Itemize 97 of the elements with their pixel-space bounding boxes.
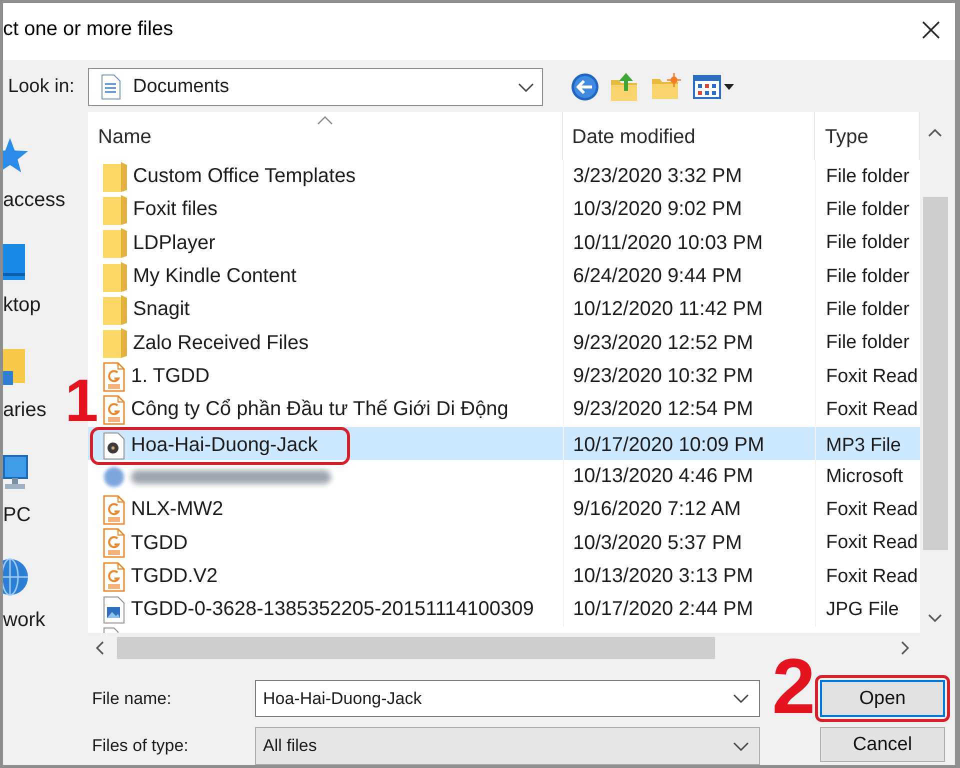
file-name-text: Custom Office Templates	[133, 165, 356, 188]
sort-caret-icon	[317, 116, 333, 125]
file-row[interactable]: Zalo Received Files 9/23/2020 12:52 PM File folder	[88, 326, 920, 360]
file-row[interactable]: Custom Office Templates 3/23/2020 3:32 PM File folder	[88, 160, 920, 194]
file-type-label: Files of type:	[92, 736, 190, 756]
file-row[interactable]: NLX-MW2 9/16/2020 7:12 AM Foxit Read	[88, 493, 920, 527]
file-type-text: File folder	[826, 232, 910, 254]
document-icon	[103, 394, 125, 425]
view-menu-icon[interactable]	[693, 73, 735, 101]
document-icon	[103, 362, 125, 392]
file-type-text: Foxit Read	[826, 566, 918, 588]
look-in-label: Look in:	[7, 76, 76, 98]
file-type-text: Foxit Read	[826, 366, 918, 388]
blurred-circle-icon	[103, 466, 125, 488]
file-type-text: JPG File	[826, 598, 899, 621]
column-header[interactable]: Name	[88, 112, 563, 160]
file-row[interactable]: TGDD.V2 10/13/2020 3:13 PM Foxit Read	[88, 560, 920, 594]
date-modified-text: 3/23/2020 3:32 PM	[573, 165, 742, 188]
file-name-field[interactable]: Hoa-Hai-Duong-Jack	[255, 680, 760, 717]
date-modified-text: 9/23/2020 10:32 PM	[573, 365, 754, 388]
folder-icon	[103, 294, 127, 325]
image-file-icon	[103, 596, 125, 624]
look-in-dropdown[interactable]: Documents	[88, 68, 543, 106]
file-name-text: TGDD	[131, 532, 188, 555]
scroll-thumb[interactable]	[922, 197, 948, 550]
document-icon	[103, 562, 125, 592]
file-type-text: Foxit Read	[826, 532, 918, 554]
places-item[interactable]: work	[3, 557, 73, 632]
file-name-text: Foxit files	[133, 198, 218, 222]
places-item[interactable]: ktop	[3, 242, 73, 317]
globe-icon	[3, 557, 29, 597]
file-name-text: Công ty Cổ phần Đầu tư Thế Giới Di Động	[131, 398, 508, 422]
file-name-text: TGDD.V2	[131, 565, 218, 588]
desktop-icon	[3, 242, 27, 282]
folder-icon	[103, 262, 127, 292]
file-row[interactable]: 10/13/2020 4:46 PM Microsoft	[88, 460, 920, 494]
file-type-text: File folder	[826, 198, 910, 221]
date-modified-text: 10/11/2020 10:03 PM	[573, 232, 763, 255]
file-type-text: Foxit Read	[826, 498, 918, 521]
folder-icon	[3, 347, 27, 387]
places-item[interactable]: access	[3, 137, 73, 212]
file-name-label: File name:	[92, 688, 172, 708]
file-type-text: Foxit Read	[826, 398, 918, 421]
date-modified-text: 10/13/2020 4:46 PM	[573, 465, 754, 488]
close-icon	[922, 20, 940, 38]
file-type-text: MP3 File	[826, 434, 901, 457]
folder-icon	[103, 328, 127, 358]
computer-icon	[3, 452, 29, 492]
date-modified-text: 10/3/2020 5:37 PM	[573, 532, 742, 555]
folder-arrow-icon[interactable]	[610, 72, 638, 102]
chevron-down-icon[interactable]	[733, 694, 749, 703]
file-row[interactable]: TGDD-0-3628-1385352205-20151114100309 10/17/2020 2:44 PM JPG File	[88, 593, 920, 627]
places-item[interactable]: PC	[3, 452, 73, 527]
date-modified-text: 10/12/2020 11:42 PM	[573, 298, 763, 322]
folder-icon	[103, 162, 127, 192]
date-modified-text: 10/13/2020 3:13 PM	[573, 565, 754, 588]
file-name-text: My Kindle Content	[133, 265, 296, 288]
file-name-text: LDPlayer	[133, 232, 216, 255]
file-row[interactable]: TGDD 10/3/2020 5:37 PM Foxit Read	[88, 526, 920, 560]
date-modified-text: 9/23/2020 12:54 PM	[573, 398, 754, 422]
document-icon	[101, 74, 121, 100]
chevron-down-icon[interactable]	[733, 742, 749, 750]
file-type-dropdown[interactable]: All files	[255, 727, 760, 765]
file-type-text: File folder	[826, 266, 910, 288]
date-modified-text: 10/3/2020 9:02 PM	[573, 198, 742, 222]
date-modified-text: 10/17/2020 2:44 PM	[573, 598, 754, 622]
disc-file-icon	[103, 432, 125, 460]
file-type-text: File folder	[826, 166, 910, 188]
scroll-thumb[interactable]	[117, 636, 715, 658]
file-row[interactable]: Snagit 10/12/2020 11:42 PM File folder	[88, 293, 920, 327]
folder-icon	[103, 228, 127, 258]
file-row[interactable]: Foxit files 10/3/2020 9:02 PM File folder	[88, 193, 920, 227]
file-row[interactable]: LDPlayer 10/11/2020 10:03 PM File folder	[88, 226, 920, 260]
chevron-down-icon[interactable]	[518, 82, 534, 92]
back-icon[interactable]	[571, 73, 599, 101]
column-header[interactable]: Date modified	[563, 112, 815, 160]
window-title: ct one or more files	[3, 18, 174, 41]
file-name-text: Zalo Received Files	[133, 332, 309, 355]
file-row[interactable]: My Kindle Content 6/24/2020 9:44 PM File folder	[88, 260, 920, 294]
document-icon	[103, 494, 125, 525]
file-name-text: Hoa-Hai-Duong-Jack	[131, 434, 318, 458]
date-modified-text: 9/16/2020 7:12 AM	[573, 498, 741, 522]
document-icon	[103, 528, 125, 558]
file-type-text: Microsoft	[826, 466, 904, 488]
date-modified-text: 9/23/2020 12:52 PM	[573, 332, 754, 355]
callout-number: 2	[772, 647, 816, 725]
file-name-text: NLX-MW2	[131, 498, 224, 522]
date-modified-text: 6/24/2020 9:44 PM	[573, 265, 742, 288]
file-type-text: File folder	[826, 332, 910, 354]
file-type-text: File folder	[826, 298, 910, 321]
file-name-text: 1. TGDD	[131, 365, 210, 388]
dialog-button[interactable]: Open	[820, 680, 945, 717]
date-modified-text: 10/17/2020 10:09 PM	[573, 434, 764, 458]
file-name-text: Snagit	[133, 298, 190, 322]
dialog-button[interactable]: Cancel	[820, 727, 945, 762]
folder-icon	[103, 194, 127, 225]
file-name-text: TGDD-0-3628-1385352205-20151114100309	[131, 598, 534, 622]
